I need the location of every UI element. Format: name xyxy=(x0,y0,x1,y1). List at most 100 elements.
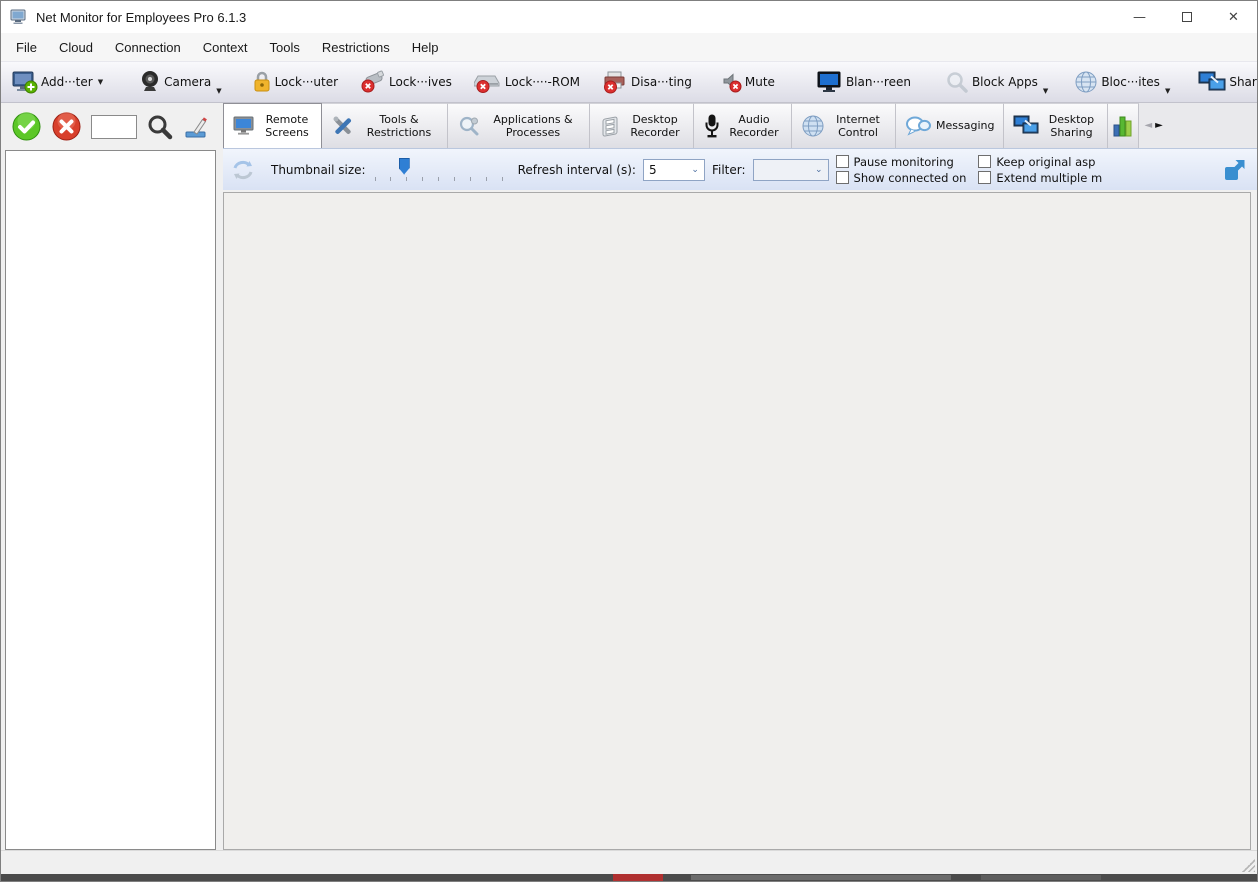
checkbox-icon[interactable] xyxy=(978,155,991,168)
lock-computer-label: Lock···uter xyxy=(275,75,338,89)
taskbar-edge xyxy=(1,874,1257,881)
filter-label: Filter: xyxy=(712,163,746,177)
menu-restrictions[interactable]: Restrictions xyxy=(311,36,401,59)
thumbnail-size-slider[interactable] xyxy=(373,157,505,183)
blank-screen-label: Blan···reen xyxy=(846,75,911,89)
checkbox-icon[interactable] xyxy=(836,171,849,184)
lock-computer-icon xyxy=(252,70,272,94)
disconnect-all-button[interactable] xyxy=(51,111,82,142)
refresh-interval-label: Refresh interval (s): xyxy=(518,163,636,177)
main-toolbar: Add···ter ▼ Camera ▼ xyxy=(1,61,1257,103)
status-bar xyxy=(1,850,1257,874)
tab-label: Desktop Sharing xyxy=(1044,113,1098,139)
block-websites-button[interactable]: Bloc···ites ▼ xyxy=(1067,65,1177,99)
disable-printing-button[interactable]: Disa···ting xyxy=(595,65,699,99)
block-apps-label: Block Apps xyxy=(972,75,1038,89)
camera-label: Camera xyxy=(164,75,211,89)
computer-list[interactable] xyxy=(5,150,216,850)
lock-drives-icon xyxy=(360,70,386,94)
tab-desktop-sharing[interactable]: Desktop Sharing xyxy=(1004,103,1108,148)
tab-messaging[interactable]: Messaging xyxy=(896,103,1004,148)
tab-applications-processes[interactable]: Applications & Processes xyxy=(448,103,590,148)
resize-grip[interactable] xyxy=(1242,859,1255,872)
minimize-button[interactable]: — xyxy=(1116,1,1163,33)
checkbox-icon[interactable] xyxy=(836,155,849,168)
lock-drives-label: Lock···ives xyxy=(389,75,452,89)
tab-audio-recorder[interactable]: Audio Recorder xyxy=(694,103,792,148)
filter-select[interactable]: ⌄ xyxy=(753,159,829,181)
block-apps-dropdown-icon[interactable]: ▼ xyxy=(1043,87,1048,95)
main-panel: Remote Screens Tools & Restrictions xyxy=(223,103,1257,850)
camera-button[interactable]: Camera ▼ xyxy=(132,65,228,99)
fullscreen-expand-button[interactable] xyxy=(1220,155,1250,185)
camera-dropdown-icon[interactable]: ▼ xyxy=(216,87,221,95)
block-websites-label: Bloc···ites xyxy=(1101,75,1160,89)
remote-screens-icon xyxy=(233,116,257,136)
menu-help[interactable]: Help xyxy=(401,36,450,59)
block-websites-dropdown-icon[interactable]: ▼ xyxy=(1165,87,1170,95)
app-window: Net Monitor for Employees Pro 6.1.3 — ✕ … xyxy=(0,0,1258,882)
edit-groups-icon[interactable] xyxy=(183,114,209,140)
computers-sidebar xyxy=(1,103,223,850)
tab-desktop-recorder[interactable]: Desktop Recorder xyxy=(590,103,694,148)
connect-all-button[interactable] xyxy=(11,111,42,142)
add-computer-dropdown-icon[interactable]: ▼ xyxy=(98,78,103,86)
options-bar: Thumbnail size: Refresh interval (s): 5 … xyxy=(223,148,1257,190)
tab-remote-screens[interactable]: Remote Screens xyxy=(223,103,322,148)
tab-strip: Remote Screens Tools & Restrictions xyxy=(223,103,1257,148)
search-icon[interactable] xyxy=(146,113,174,141)
app-logo-icon xyxy=(10,9,28,26)
tab-label: Internet Control xyxy=(830,113,886,139)
menu-bar: File Cloud Connection Context Tools Rest… xyxy=(1,33,1257,61)
lock-cdrom-button[interactable]: Lock····-ROM xyxy=(467,65,587,99)
slider-thumb[interactable] xyxy=(399,158,410,175)
disable-printing-icon xyxy=(602,70,628,94)
messaging-icon xyxy=(905,115,931,137)
pause-monitoring-checkbox[interactable]: Pause monitoring xyxy=(836,155,967,169)
tab-internet-control[interactable]: Internet Control xyxy=(792,103,896,148)
share-desktop-button[interactable]: Shar···ktop xyxy=(1191,65,1258,99)
extend-multiple-monitors-checkbox[interactable]: Extend multiple m xyxy=(978,171,1102,185)
tab-tools-restrictions[interactable]: Tools & Restrictions xyxy=(322,103,448,148)
refresh-interval-select[interactable]: 5 ⌄ xyxy=(643,159,705,181)
minimize-icon: — xyxy=(1133,10,1146,25)
block-apps-button[interactable]: Block Apps ▼ xyxy=(938,65,1055,99)
menu-connection[interactable]: Connection xyxy=(104,36,192,59)
add-computer-button[interactable]: Add···ter ▼ xyxy=(5,65,110,99)
window-title: Net Monitor for Employees Pro 6.1.3 xyxy=(36,10,246,25)
lock-cdrom-icon xyxy=(474,70,502,94)
film-strip-icon xyxy=(599,114,621,138)
refresh-icon[interactable] xyxy=(230,159,256,181)
search-input[interactable] xyxy=(91,115,137,139)
blank-screen-button[interactable]: Blan···reen xyxy=(810,65,918,99)
mute-icon xyxy=(720,70,742,94)
disable-printing-label: Disa···ting xyxy=(631,75,692,89)
menu-context[interactable]: Context xyxy=(192,36,259,59)
checkbox-label: Pause monitoring xyxy=(854,155,954,169)
block-apps-icon xyxy=(945,70,969,94)
keep-original-aspect-checkbox[interactable]: Keep original asp xyxy=(978,155,1102,169)
taskbar-item xyxy=(691,875,951,880)
close-button[interactable]: ✕ xyxy=(1210,1,1257,33)
tab-statistics-partial[interactable] xyxy=(1108,103,1139,148)
checkbox-label: Extend multiple m xyxy=(996,171,1102,185)
tools-icon xyxy=(331,114,355,138)
maximize-button[interactable] xyxy=(1163,1,1210,33)
checkbox-label: Show connected on xyxy=(854,171,967,185)
chevron-down-icon: ⌄ xyxy=(685,165,699,175)
lock-computer-button[interactable]: Lock···uter xyxy=(245,65,345,99)
internet-globe-icon xyxy=(801,114,825,138)
tab-label: Audio Recorder xyxy=(726,113,782,139)
close-icon: ✕ xyxy=(1228,10,1239,25)
menu-file[interactable]: File xyxy=(5,36,48,59)
lock-drives-button[interactable]: Lock···ives xyxy=(353,65,459,99)
tab-scroll-left-icon[interactable]: ◄ xyxy=(1144,120,1152,131)
tab-scroll-right-icon[interactable]: ► xyxy=(1155,120,1163,131)
checkbox-icon[interactable] xyxy=(978,171,991,184)
remote-screens-content[interactable] xyxy=(223,192,1251,850)
mute-button[interactable]: Mute xyxy=(713,65,782,99)
share-desktop-label: Shar···ktop xyxy=(1229,75,1258,89)
menu-tools[interactable]: Tools xyxy=(259,36,311,59)
show-connected-only-checkbox[interactable]: Show connected on xyxy=(836,171,967,185)
menu-cloud[interactable]: Cloud xyxy=(48,36,104,59)
